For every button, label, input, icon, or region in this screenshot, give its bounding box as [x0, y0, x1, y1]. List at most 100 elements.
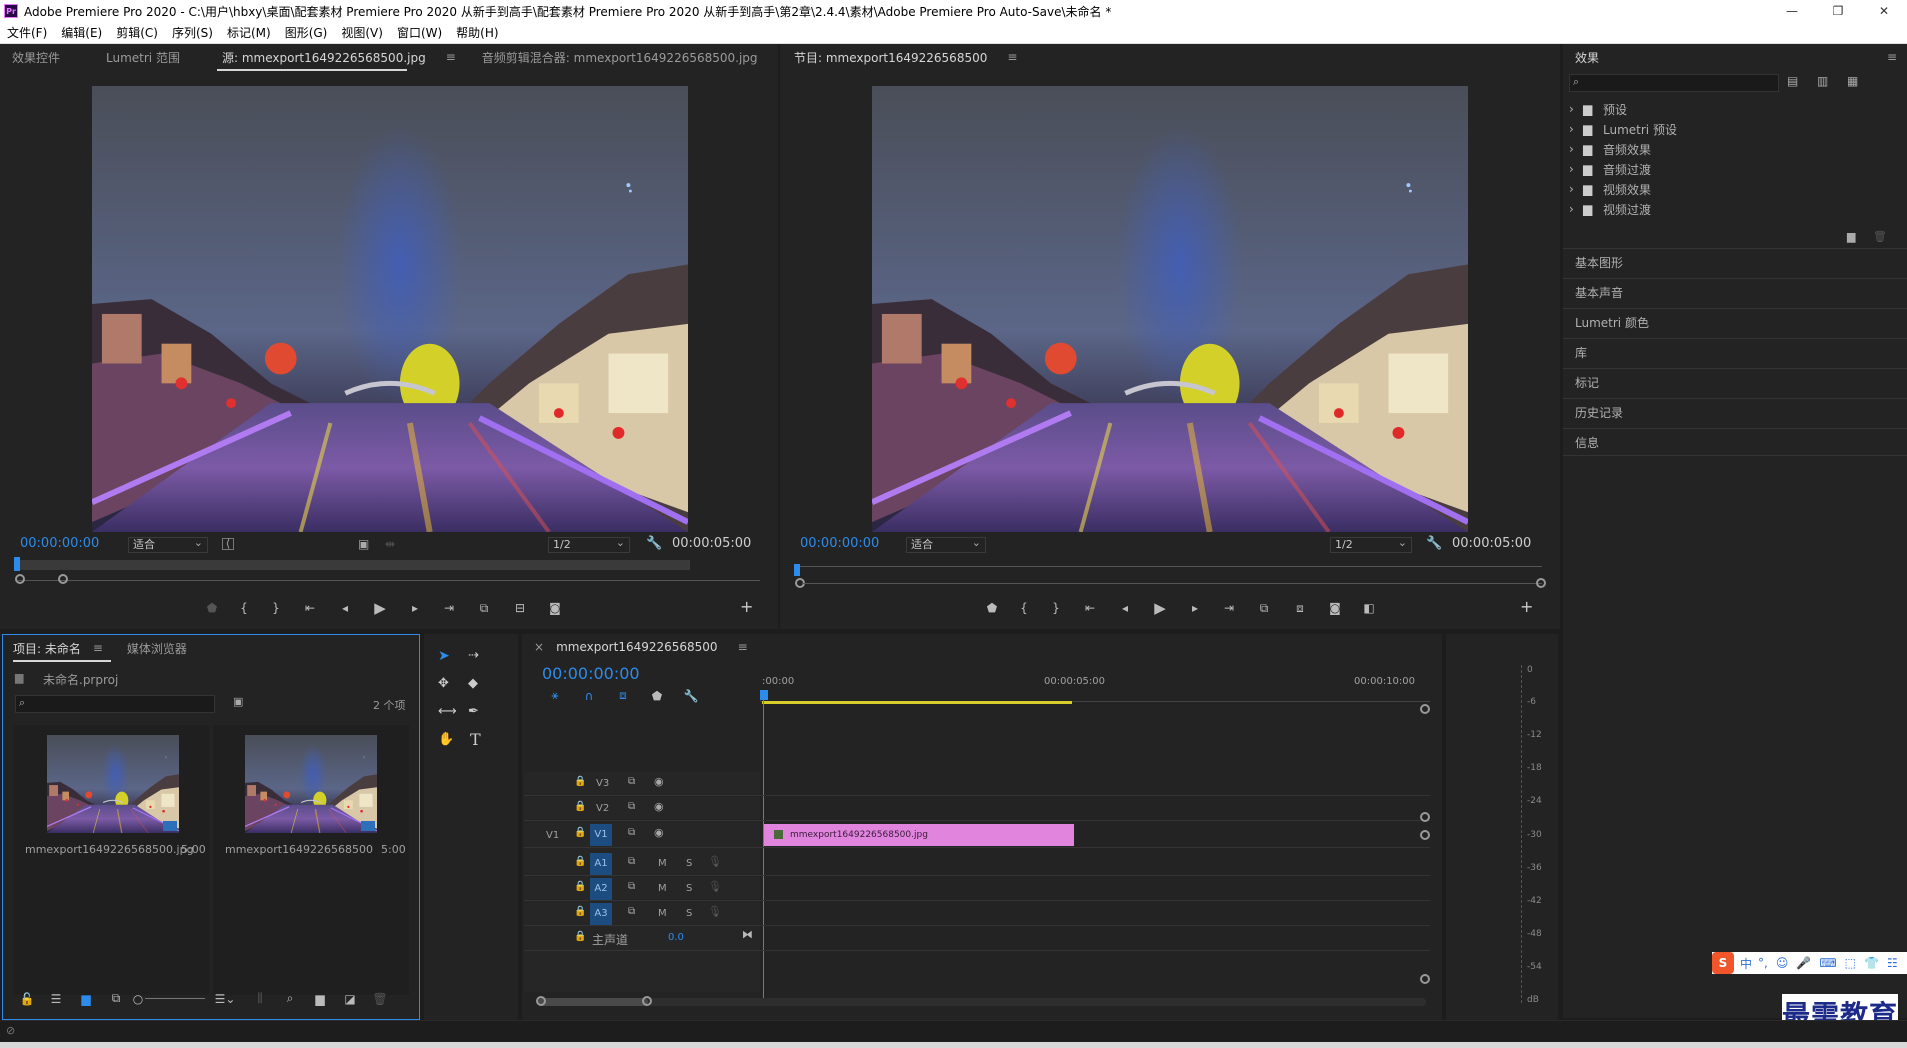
tab-source[interactable]: 源: mmexport1649226568500.jpg [210, 49, 438, 66]
eye-icon[interactable]: ◉ [654, 826, 664, 839]
effects-folder-lumetri-presets[interactable]: › ▆ Lumetri 预设 [1569, 120, 1677, 138]
source-zoom-handle-left[interactable] [15, 574, 25, 584]
program-mark-out-icon[interactable]: } [1040, 601, 1072, 615]
effects-search-field[interactable]: ⌕ [1569, 74, 1779, 92]
source-wrench-icon[interactable]: 🔧 [646, 536, 662, 551]
effects-folder-audio-effects[interactable]: › ▆ 音频效果 [1569, 140, 1651, 158]
yuv-effects-icon[interactable]: ▦ [1847, 74, 1858, 88]
play-icon[interactable]: ▶ [362, 599, 398, 617]
solo-button[interactable]: S [686, 908, 692, 919]
program-go-to-in-icon[interactable]: ⇤ [1072, 601, 1108, 615]
menu-graphics[interactable]: 图形(G) [285, 24, 328, 41]
comparison-view-icon[interactable]: ◧ [1352, 601, 1386, 615]
menu-view[interactable]: 视图(V) [341, 24, 383, 41]
source-zoom-handle-right[interactable] [58, 574, 68, 584]
panel-markers[interactable]: 标记 [1563, 368, 1907, 396]
program-tab-menu-icon[interactable]: ≡ [1007, 50, 1017, 64]
ime-emoji-icon[interactable]: ☺ [1776, 956, 1789, 970]
source-settings-icon[interactable]: ⟨ [222, 538, 234, 550]
eye-icon[interactable]: ◉ [654, 800, 664, 813]
v-scroll-handle-mid[interactable] [1420, 812, 1430, 822]
mute-button[interactable]: M [658, 883, 667, 894]
timeline-ruler[interactable] [760, 688, 1430, 702]
ime-mode-chinese[interactable]: 中 [1740, 955, 1752, 972]
program-go-to-out-icon[interactable]: ⇥ [1212, 601, 1246, 615]
32bit-effects-icon[interactable]: ▥ [1817, 74, 1828, 88]
track-lock-icon[interactable]: 🔒 [574, 931, 586, 942]
tab-effect-controls[interactable]: 效果控件 [0, 49, 72, 66]
menu-clip[interactable]: 剪辑(C) [116, 24, 158, 41]
v-scroll-handle-top[interactable] [1420, 704, 1430, 714]
ime-keyboard-icon[interactable]: ⌨ [1819, 956, 1836, 970]
sync-lock-icon[interactable]: ⧉ [628, 856, 635, 867]
effects-menu-icon[interactable]: ≡ [1887, 50, 1897, 64]
program-resolution-dropdown[interactable]: 1/2 [1330, 536, 1412, 553]
sync-lock-icon[interactable]: ⧉ [628, 881, 635, 892]
track-target-a3[interactable]: A3 [590, 903, 612, 925]
timeline-timecode[interactable]: 00:00:00:00 [542, 664, 640, 683]
program-time-ruler[interactable] [794, 566, 1542, 567]
restore-button[interactable]: ❐ [1815, 0, 1861, 22]
track-lock-icon[interactable]: 🔒 [574, 881, 586, 892]
program-add-button-icon[interactable]: + [1520, 597, 1533, 616]
panel-essential-graphics[interactable]: 基本图形 [1563, 248, 1907, 276]
project-item-thumbnail[interactable] [245, 735, 377, 833]
new-custom-bin-icon[interactable]: ▆ [1847, 230, 1855, 243]
h-scroll-thumb[interactable] [538, 998, 648, 1006]
effects-panel-title[interactable]: 效果 [1563, 49, 1611, 66]
source-patch-v1[interactable]: V1 [546, 830, 559, 841]
project-item-card[interactable]: mmexport1649226568500.jpg 5:00 [13, 725, 209, 995]
clear-icon[interactable]: 🗑 [365, 992, 395, 1006]
sync-lock-icon[interactable]: ⧉ [628, 776, 635, 787]
eye-icon[interactable]: ◉ [654, 775, 664, 788]
timeline-menu-icon[interactable]: ≡ [738, 640, 748, 654]
menu-help[interactable]: 帮助(H) [456, 24, 498, 41]
ime-skin-icon[interactable]: 👕 [1864, 956, 1879, 970]
program-zoom-bar[interactable] [802, 583, 1542, 584]
slip-tool-icon[interactable]: ⟷ [438, 704, 457, 719]
program-mark-in-icon[interactable]: { [1008, 601, 1040, 615]
source-safe-margin-icon[interactable]: ▣ [358, 537, 369, 551]
minimize-button[interactable]: — [1769, 0, 1815, 22]
source-add-button-icon[interactable]: + [740, 597, 753, 616]
zoom-slider-track[interactable] [145, 998, 205, 999]
menu-sequence[interactable]: 序列(S) [172, 24, 213, 41]
mute-button[interactable]: M [658, 908, 667, 919]
track-lock-icon[interactable]: 🔒 [574, 801, 586, 812]
lock-icon[interactable]: 🔓 [13, 992, 41, 1006]
ripple-edit-tool-icon[interactable]: ✥ [438, 676, 449, 691]
program-step-forward-icon[interactable]: ▸ [1178, 601, 1212, 615]
panel-history[interactable]: 历史记录 [1563, 398, 1907, 426]
track-lock-icon[interactable]: 🔒 [574, 906, 586, 917]
menu-marker[interactable]: 标记(M) [227, 24, 271, 41]
automate-to-sequence-icon[interactable]: ⫼ [245, 991, 275, 1006]
export-frame-icon[interactable]: ◙ [538, 601, 572, 615]
solo-button[interactable]: S [686, 858, 692, 869]
track-lock-icon[interactable]: 🔒 [574, 827, 586, 838]
timeline-playhead-head[interactable] [760, 690, 768, 700]
source-zoom-bar[interactable] [18, 580, 760, 581]
effects-folder-video-transitions[interactable]: › ▆ 视频过渡 [1569, 200, 1651, 218]
extract-icon[interactable]: ⧈ [1282, 601, 1318, 616]
h-scrollbar[interactable] [538, 998, 1426, 1006]
sync-lock-icon[interactable]: ⧉ [628, 801, 635, 812]
program-step-back-icon[interactable]: ◂ [1108, 601, 1142, 615]
project-item-thumbnail[interactable] [47, 735, 179, 833]
source-export-icon[interactable]: ⇹ [385, 537, 395, 551]
type-tool-icon[interactable]: T [470, 730, 481, 749]
v-scroll-handle-mid2[interactable] [1420, 830, 1430, 840]
panel-info[interactable]: 信息 [1563, 428, 1907, 456]
sort-icon[interactable]: ☰⌄ [205, 992, 245, 1006]
new-item-icon[interactable]: ◪ [335, 992, 365, 1006]
pen-tool-icon[interactable]: ✒ [468, 704, 479, 719]
panel-libraries[interactable]: 库 [1563, 338, 1907, 366]
tab-audio-clip-mixer[interactable]: 音频剪辑混合器: mmexport1649226568500.jpg [470, 49, 770, 66]
step-forward-icon[interactable]: ▸ [398, 601, 432, 615]
ime-punctuation-icon[interactable]: °, [1758, 956, 1768, 970]
program-add-marker-icon[interactable]: ⬟ [976, 601, 1008, 615]
program-wrench-icon[interactable]: 🔧 [1426, 536, 1442, 551]
overwrite-icon[interactable]: ⊟ [502, 601, 538, 615]
tab-project[interactable]: 项目: 未命名 [3, 640, 93, 657]
add-marker-timeline-icon[interactable]: ⬟ [640, 689, 674, 703]
panel-essential-sound[interactable]: 基本声音 [1563, 278, 1907, 306]
